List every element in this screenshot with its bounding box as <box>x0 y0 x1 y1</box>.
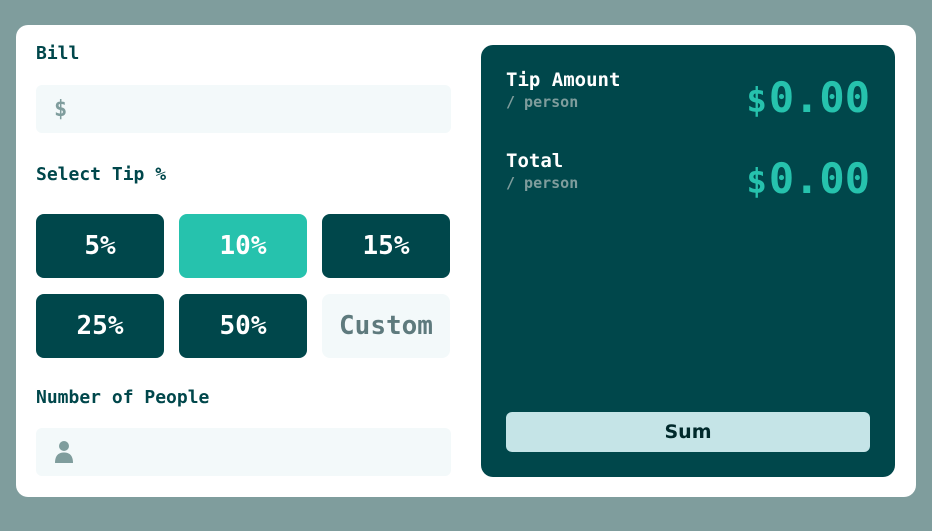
input-panel: Bill $ Select Tip % 5% 10% 15% 25% 50% C… <box>36 25 451 497</box>
people-field[interactable] <box>36 428 451 476</box>
tip-options: 5% 10% 15% 25% 50% Custom <box>36 214 451 358</box>
tip-amount-value: $ 0.00 <box>746 73 870 122</box>
tip-option-25[interactable]: 25% <box>36 294 164 358</box>
custom-tip-input[interactable]: Custom <box>322 294 450 358</box>
tip-option-5[interactable]: 5% <box>36 214 164 278</box>
bill-label: Bill <box>36 43 80 64</box>
tip-amount-currency: $ <box>746 81 767 121</box>
bill-input[interactable] <box>74 85 451 133</box>
dollar-icon: $ <box>54 96 68 122</box>
number-of-people-label: Number of People <box>36 387 210 408</box>
total-row: Total / person $ 0.00 <box>506 150 870 203</box>
people-input[interactable] <box>74 428 451 476</box>
select-tip-label: Select Tip % <box>36 164 167 185</box>
sum-button[interactable]: Sum <box>506 412 870 452</box>
person-icon <box>54 440 74 464</box>
total-currency: $ <box>746 162 767 202</box>
tip-option-50[interactable]: 50% <box>179 294 307 358</box>
tip-amount-row: Tip Amount / person $ 0.00 <box>506 69 870 122</box>
tip-option-15[interactable]: 15% <box>322 214 450 278</box>
calculator-card: Bill $ Select Tip % 5% 10% 15% 25% 50% C… <box>16 25 916 497</box>
tip-amount-number: 0.00 <box>768 73 870 122</box>
bill-field[interactable]: $ <box>36 85 451 133</box>
total-number: 0.00 <box>768 154 870 203</box>
results-panel: Tip Amount / person $ 0.00 Total / perso… <box>481 45 895 477</box>
total-value: $ 0.00 <box>746 154 870 203</box>
tip-option-10[interactable]: 10% <box>179 214 307 278</box>
